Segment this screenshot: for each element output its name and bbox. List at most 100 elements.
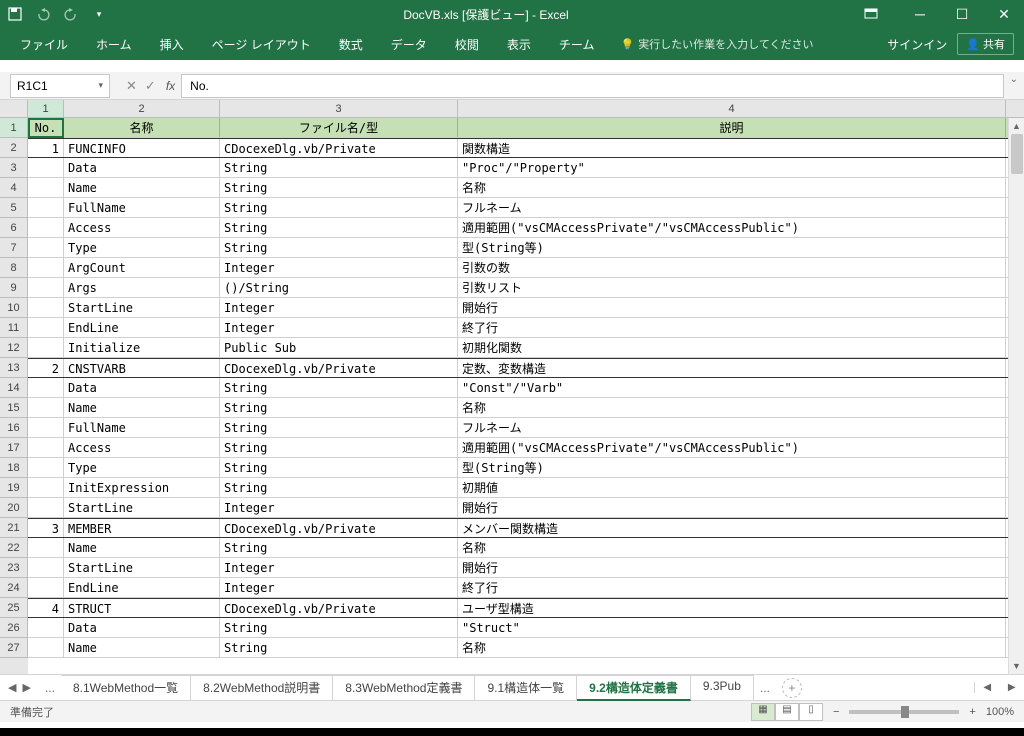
row-header[interactable]: 24 (0, 578, 28, 598)
col-header-1[interactable]: 1 (28, 100, 64, 117)
enter-icon[interactable]: ✓ (145, 78, 156, 94)
cell-no[interactable] (28, 278, 64, 297)
row-header[interactable]: 6 (0, 218, 28, 238)
sheet-tab[interactable]: 8.3WebMethod定義書 (333, 675, 475, 701)
cell-no[interactable] (28, 618, 64, 637)
cell-desc[interactable]: 開始行 (458, 498, 1006, 517)
cell-desc[interactable]: 名称 (458, 398, 1006, 417)
cell-name[interactable]: Data (64, 158, 220, 177)
cell-name[interactable]: Access (64, 438, 220, 457)
cell-file[interactable]: String (220, 458, 458, 477)
scroll-thumb[interactable] (1011, 134, 1023, 174)
vertical-scrollbar[interactable]: ▲ ▼ (1008, 118, 1024, 674)
sheet-tab[interactable]: 9.1構造体一覧 (475, 675, 577, 701)
cell-file[interactable]: String (220, 198, 458, 217)
cell-file[interactable]: Integer (220, 498, 458, 517)
cell-file[interactable]: Integer (220, 298, 458, 317)
cell-name[interactable]: STRUCT (64, 599, 220, 617)
cell-no[interactable] (28, 198, 64, 217)
row-header[interactable]: 26 (0, 618, 28, 638)
hscroll-right-icon[interactable]: ▶ (1000, 682, 1024, 693)
cell-desc[interactable]: 定数、変数構造 (458, 359, 1006, 377)
cell-no[interactable] (28, 238, 64, 257)
cell-name[interactable]: InitExpression (64, 478, 220, 497)
cell-desc[interactable]: フルネーム (458, 198, 1006, 217)
cell-name[interactable]: FUNCINFO (64, 139, 220, 157)
cell-name[interactable]: Initialize (64, 338, 220, 357)
cell-name[interactable]: Name (64, 398, 220, 417)
cell-no[interactable]: 4 (28, 599, 64, 617)
cell-name[interactable]: Name (64, 638, 220, 657)
formula-expand-icon[interactable]: ⌄ (1010, 74, 1018, 85)
row-header[interactable]: 27 (0, 638, 28, 658)
page-layout-view-button[interactable]: ▤ (775, 703, 799, 721)
row-header[interactable]: 23 (0, 558, 28, 578)
cell-name[interactable]: FullName (64, 418, 220, 437)
new-sheet-button[interactable]: + (782, 678, 802, 698)
cell-name[interactable]: Data (64, 618, 220, 637)
cell-name[interactable]: FullName (64, 198, 220, 217)
cell-no[interactable]: 2 (28, 359, 64, 377)
ribbon-display-icon[interactable] (864, 7, 892, 21)
share-button[interactable]: 👤 共有 (957, 33, 1014, 55)
cells-area[interactable]: No.名称ファイル名/型説明1FUNCINFOCDocexeDlg.vb/Pri… (28, 118, 1024, 674)
cell-no[interactable] (28, 578, 64, 597)
cell-desc[interactable]: "Struct" (458, 618, 1006, 637)
hscroll-left-icon[interactable]: ◀ (975, 682, 1000, 693)
cell-no[interactable] (28, 538, 64, 557)
cell-file[interactable]: CDocexeDlg.vb/Private (220, 139, 458, 157)
tab-team[interactable]: チーム (549, 32, 605, 57)
cell-no[interactable] (28, 218, 64, 237)
row-header[interactable]: 12 (0, 338, 28, 358)
tab-review[interactable]: 校閲 (445, 32, 489, 57)
cell-file[interactable]: Integer (220, 558, 458, 577)
cell-desc[interactable]: ユーザ型構造 (458, 599, 1006, 617)
tabs-overflow-right[interactable]: ... (754, 681, 776, 695)
cell-file[interactable]: String (220, 418, 458, 437)
cell-file[interactable]: String (220, 638, 458, 657)
cell-file[interactable]: Public Sub (220, 338, 458, 357)
cell-file[interactable]: CDocexeDlg.vb/Private (220, 599, 458, 617)
row-header[interactable]: 5 (0, 198, 28, 218)
cell-file[interactable]: String (220, 238, 458, 257)
cell-desc[interactable]: 適用範囲("vsCMAccessPrivate"/"vsCMAccessPubl… (458, 438, 1006, 457)
cell-name[interactable]: Access (64, 218, 220, 237)
cell-name[interactable]: StartLine (64, 298, 220, 317)
row-header[interactable]: 15 (0, 398, 28, 418)
save-icon[interactable] (6, 5, 24, 23)
cell-no[interactable]: 1 (28, 139, 64, 157)
cell-file[interactable]: String (220, 618, 458, 637)
cell-no[interactable] (28, 398, 64, 417)
undo-icon[interactable] (34, 5, 52, 23)
cell-desc[interactable]: 終了行 (458, 318, 1006, 337)
zoom-handle[interactable] (901, 706, 909, 718)
row-header[interactable]: 14 (0, 378, 28, 398)
cell-desc[interactable]: 初期化関数 (458, 338, 1006, 357)
tab-insert[interactable]: 挿入 (150, 32, 194, 57)
row-header[interactable]: 2 (0, 138, 28, 158)
cell-name[interactable]: MEMBER (64, 519, 220, 537)
sheet-tab[interactable]: 9.3Pub (691, 675, 754, 701)
cell-desc[interactable]: 引数リスト (458, 278, 1006, 297)
cell-desc[interactable]: 開始行 (458, 298, 1006, 317)
cell-file[interactable]: String (220, 478, 458, 497)
tab-view[interactable]: 表示 (497, 32, 541, 57)
cell-file[interactable]: String (220, 158, 458, 177)
cell-desc[interactable]: 適用範囲("vsCMAccessPrivate"/"vsCMAccessPubl… (458, 218, 1006, 237)
cell-file[interactable]: ()/String (220, 278, 458, 297)
cell-desc[interactable]: 開始行 (458, 558, 1006, 577)
row-header[interactable]: 11 (0, 318, 28, 338)
cell-no[interactable] (28, 638, 64, 657)
cell-file[interactable]: CDocexeDlg.vb/Private (220, 519, 458, 537)
sheet-tab[interactable]: 8.1WebMethod一覧 (61, 675, 191, 701)
signin-link[interactable]: サインイン (887, 36, 947, 53)
row-header[interactable]: 16 (0, 418, 28, 438)
tab-formula[interactable]: 数式 (329, 32, 373, 57)
row-header[interactable]: 7 (0, 238, 28, 258)
cell-desc[interactable]: 関数構造 (458, 139, 1006, 157)
formula-input[interactable]: No. (181, 74, 1004, 98)
cell-desc[interactable]: 型(String等) (458, 238, 1006, 257)
select-all-corner[interactable] (0, 100, 28, 117)
redo-icon[interactable] (62, 5, 80, 23)
cell-no[interactable] (28, 438, 64, 457)
